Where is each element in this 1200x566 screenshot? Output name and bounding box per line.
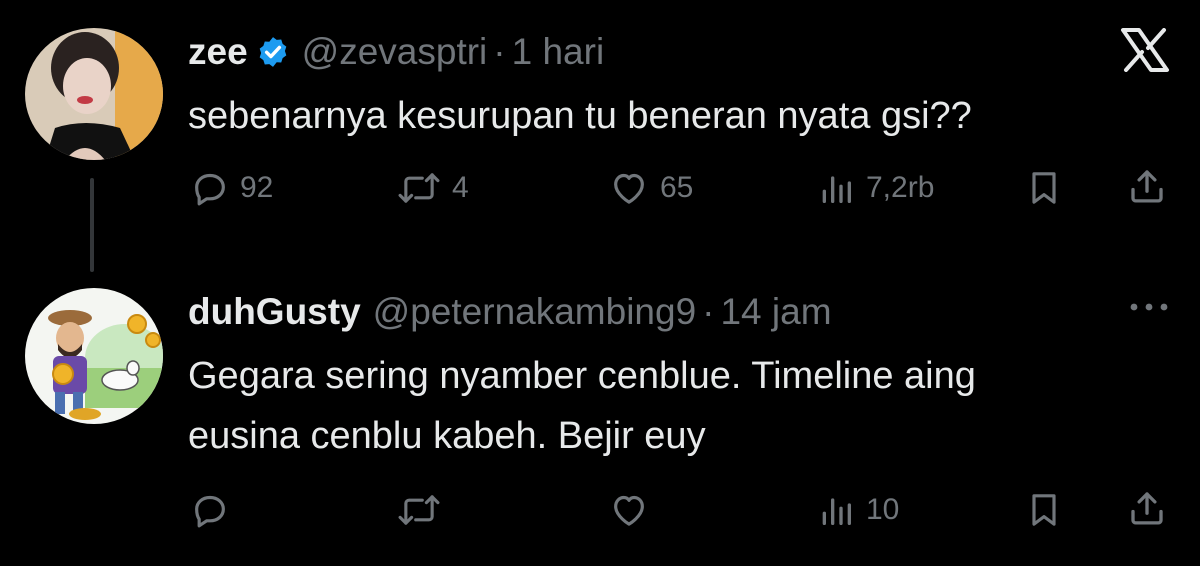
retweet-button[interactable]: 4 <box>396 166 469 210</box>
bookmark-button[interactable] <box>1024 166 1064 210</box>
display-name[interactable]: duhGusty <box>188 291 361 333</box>
like-icon <box>614 173 644 204</box>
reply-icon <box>195 173 225 206</box>
share-button[interactable] <box>1126 486 1168 530</box>
share-icon <box>1131 170 1163 203</box>
timestamp[interactable]: 14 jam <box>720 291 831 333</box>
retweet-icon <box>398 495 440 525</box>
retweet-icon <box>398 173 440 203</box>
share-icon <box>1131 492 1163 525</box>
views-count: 7,2rb <box>866 171 935 204</box>
share-button[interactable] <box>1126 164 1168 208</box>
reply-button[interactable] <box>190 488 230 532</box>
views-button[interactable]: 7,2rb <box>816 166 934 210</box>
views-icon <box>822 498 851 525</box>
retweet-count: 4 <box>452 171 469 204</box>
bookmark-icon <box>1032 494 1056 526</box>
display-name[interactable]: zee <box>188 31 248 73</box>
tweet-header: zee @zevasptri · 1 hari <box>188 28 604 76</box>
more-options-icon[interactable] <box>1128 300 1170 319</box>
views-icon <box>822 176 851 203</box>
reply-count: 92 <box>240 171 274 204</box>
like-button[interactable] <box>608 488 650 532</box>
verified-badge-icon <box>256 35 290 69</box>
bookmark-icon <box>1032 172 1056 204</box>
reply-icon <box>195 495 225 528</box>
user-handle[interactable]: @zevasptri <box>302 31 488 73</box>
reply-text-line-2: eusina cenblu kabeh. Bejir euy <box>188 415 706 457</box>
avatar-duhgusty[interactable] <box>25 288 163 424</box>
thread-line <box>90 178 94 272</box>
separator-dot: · <box>493 31 506 72</box>
user-handle[interactable]: @peternakambing9 <box>373 291 696 333</box>
reply-text-line-1: Gegara sering nyamber cenblue. Timeline … <box>188 355 976 397</box>
tweet-text: sebenarnya kesurupan tu beneran nyata gs… <box>188 95 972 137</box>
like-icon <box>614 495 644 526</box>
reply-button[interactable]: 92 <box>190 166 273 210</box>
like-count: 65 <box>660 171 694 204</box>
views-count: 10 <box>866 493 900 526</box>
bookmark-button[interactable] <box>1024 488 1064 532</box>
retweet-button[interactable] <box>396 488 442 532</box>
reply-header: duhGusty @peternakambing9 · 14 jam <box>188 288 832 336</box>
separator-dot: · <box>702 291 715 332</box>
avatar-zee[interactable] <box>25 28 163 160</box>
timestamp[interactable]: 1 hari <box>512 31 605 73</box>
x-logo-icon[interactable] <box>1120 28 1170 77</box>
views-button[interactable]: 10 <box>816 488 899 532</box>
like-button[interactable]: 65 <box>608 166 693 210</box>
